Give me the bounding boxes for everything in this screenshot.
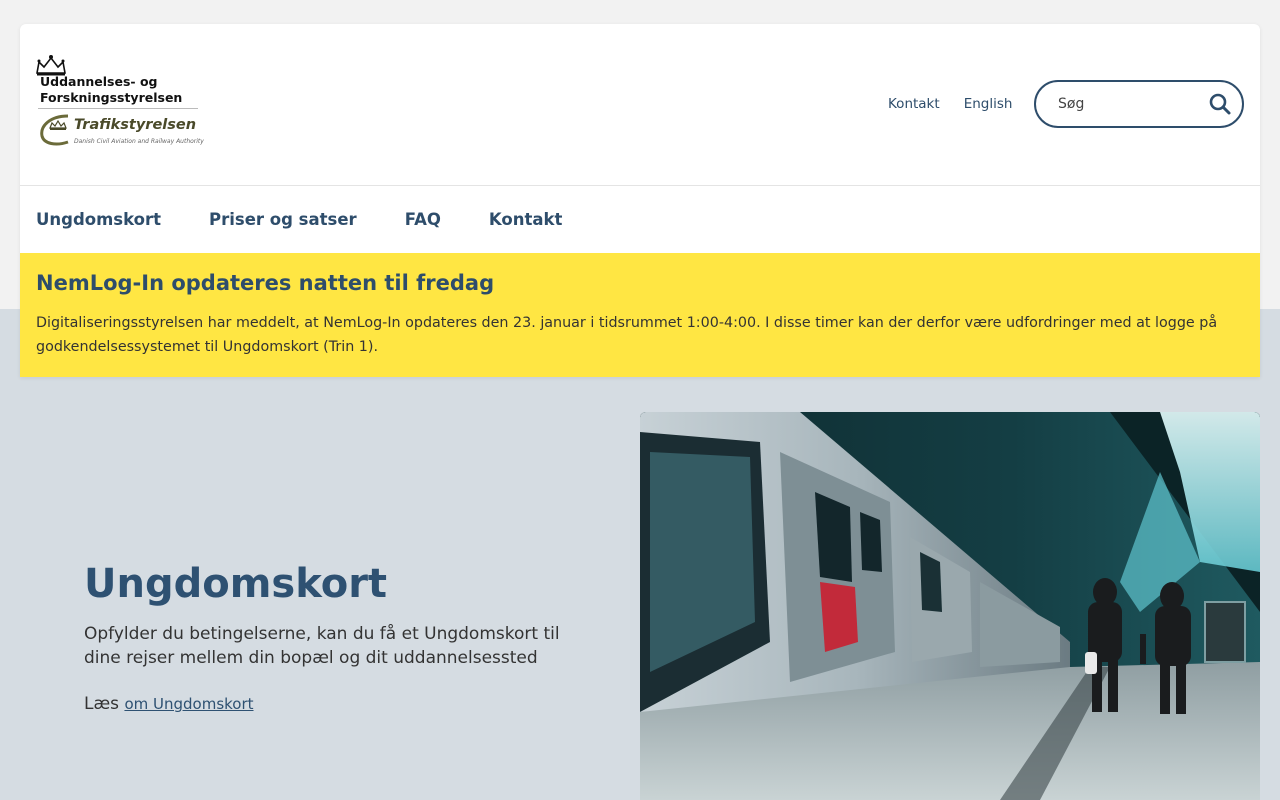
alert-body: Digitaliseringsstyrelsen har meddelt, at… xyxy=(36,315,1218,355)
read-more-prefix: Læs xyxy=(84,694,120,714)
nav-link-priser[interactable]: Priser og satser xyxy=(209,210,357,229)
utility-link-english[interactable]: English xyxy=(964,96,1013,112)
nav-item-faq: FAQ xyxy=(405,210,441,229)
ufs-line2: Forskningsstyrelsen xyxy=(40,90,183,105)
hero-title: Ungdomskort xyxy=(84,561,388,607)
search-input[interactable] xyxy=(1058,93,1198,115)
nav-item-priser: Priser og satser xyxy=(209,210,357,229)
train-station-photo-icon xyxy=(640,412,1260,800)
nav-link-ungdomskort[interactable]: Ungdomskort xyxy=(36,210,161,229)
hero-image xyxy=(640,412,1260,800)
alert-title: NemLog-In opdateres natten til fredag xyxy=(36,271,495,295)
search-icon[interactable] xyxy=(1208,92,1232,116)
logo-divider xyxy=(38,108,198,109)
hero-lead: Opfylder du betingelserne, kan du få et … xyxy=(84,624,560,668)
utility-link-contact[interactable]: Kontakt xyxy=(888,96,940,112)
nav-link-kontakt[interactable]: Kontakt xyxy=(489,210,562,229)
site-logo[interactable]: Uddannelses- og Forskningsstyrelsen Traf… xyxy=(34,54,204,150)
search-box xyxy=(1034,80,1244,128)
alert-banner: NemLog-In opdateres natten til fredag Di… xyxy=(20,253,1260,377)
ufs-line1: Uddannelses- og xyxy=(40,74,158,89)
tfs-logo-subtitle: Danish Civil Aviation and Railway Author… xyxy=(74,138,204,145)
nav-link-faq[interactable]: FAQ xyxy=(405,210,441,229)
trafikstyrelsen-emblem-icon xyxy=(40,114,69,146)
nav-item-kontakt: Kontakt xyxy=(489,210,562,229)
utility-nav: Kontakt English xyxy=(888,96,1012,112)
nav-item-ungdomskort: Ungdomskort xyxy=(36,210,161,229)
crown-icon xyxy=(36,55,66,76)
header-card: Uddannelses- og Forskningsstyrelsen Traf… xyxy=(20,24,1260,377)
site-header: Uddannelses- og Forskningsstyrelsen Traf… xyxy=(20,24,1260,186)
main-nav: Ungdomskort Priser og satser FAQ Kontakt xyxy=(20,185,1260,253)
hero-read-more: Læs om Ungdomskort xyxy=(84,694,584,714)
hero-section: Ungdomskort Opfylder du betingelserne, k… xyxy=(84,556,584,714)
tfs-logo-name: Trafikstyrelsen xyxy=(74,117,197,133)
ufs-logo-text: Uddannelses- og Forskningsstyrelsen xyxy=(40,74,210,106)
read-more-link[interactable]: om Ungdomskort xyxy=(124,695,253,713)
